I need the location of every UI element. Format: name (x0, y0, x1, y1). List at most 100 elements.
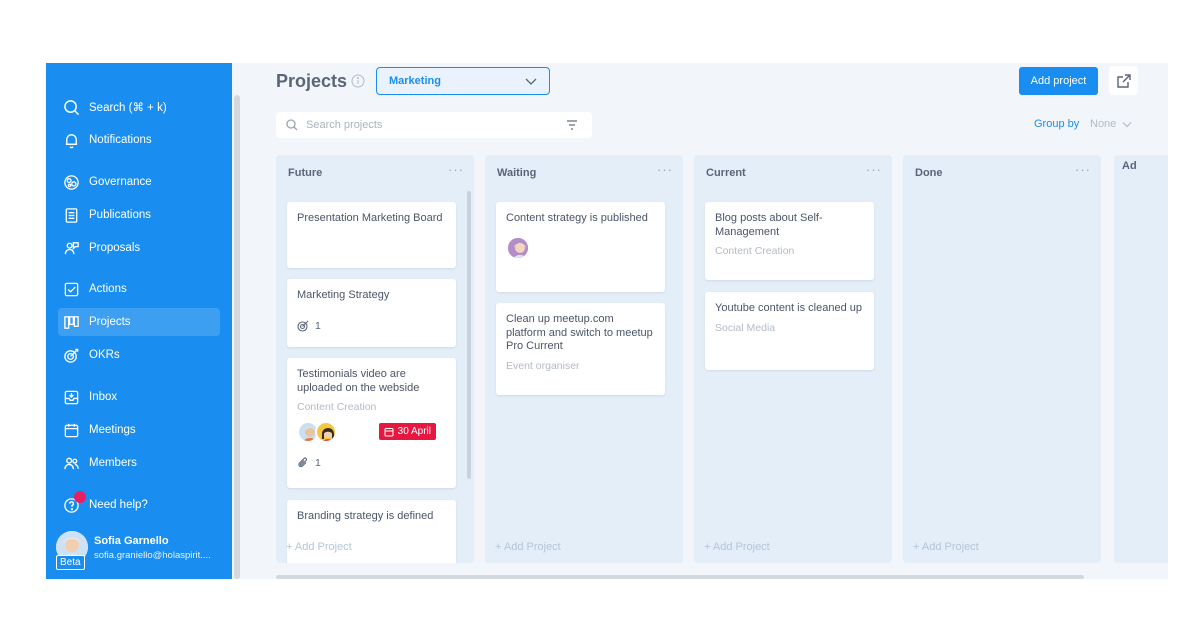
sidebar-item-publications[interactable]: Publications (58, 201, 220, 229)
sidebar-item-proposals[interactable]: Proposals (58, 234, 220, 262)
column-future: Future ··· Presentation Marketing Board … (276, 155, 474, 563)
project-card[interactable]: Content strategy is published (496, 202, 665, 292)
governance-icon (64, 174, 79, 190)
sidebar-item-label: Proposals (89, 242, 141, 254)
column-done: Done ··· + Add Project (903, 155, 1101, 563)
card-subtitle: Content Creation (297, 401, 377, 413)
add-project-button[interactable]: Add project (1019, 67, 1098, 95)
add-project-link[interactable]: + Add Project (286, 541, 352, 553)
sidebar-item-meetings[interactable]: Meetings (58, 416, 220, 444)
add-project-link[interactable]: + Add Project (495, 541, 561, 553)
project-card[interactable]: Youtube content is cleaned up Social Med… (705, 292, 874, 370)
sidebar-item-projects[interactable]: Projects (58, 308, 220, 336)
due-date: 30 April (397, 426, 431, 437)
card-title: Content strategy is published (506, 212, 648, 224)
inbox-icon (64, 390, 79, 404)
user-name: Sofia Garnello (94, 535, 169, 547)
column-title: Ad (1122, 160, 1137, 172)
notification-dot (74, 491, 86, 503)
proposals-icon (64, 241, 79, 254)
avatar (506, 235, 530, 260)
kanban-icon (64, 315, 79, 329)
open-external-button[interactable] (1109, 66, 1138, 95)
sidebar-item-governance[interactable]: Governance (58, 168, 220, 196)
column-title: Future (288, 167, 323, 179)
attachment-count: 1 (315, 457, 321, 469)
okr-count: 1 (315, 319, 321, 332)
project-card[interactable]: Testimonials video are uploaded on the w… (287, 358, 456, 488)
app-window: Search (⌘ + k) Notifications Governance … (46, 63, 1168, 579)
sidebar-item-label: OKRs (89, 349, 120, 361)
members-icon (64, 457, 79, 469)
column-scrollbar[interactable] (467, 191, 471, 479)
sidebar-item-members[interactable]: Members (58, 449, 220, 477)
card-subtitle: Content Creation (715, 245, 795, 257)
sidebar-item-actions[interactable]: Actions (58, 275, 220, 303)
column-waiting: Waiting ··· Content strategy is publishe… (485, 155, 683, 563)
sidebar-item-search[interactable]: Search (⌘ + k) (58, 93, 220, 121)
document-icon (65, 207, 78, 223)
group-by-value[interactable]: None (1090, 118, 1116, 130)
user-profile[interactable]: Beta Sofia Garnello sofia.graniello@hola… (56, 529, 228, 571)
card-title: Presentation Marketing Board (297, 212, 443, 224)
avatar (315, 421, 337, 443)
card-title: Testimonials video are uploaded on the w… (297, 368, 420, 394)
due-date-badge[interactable]: 30 April (378, 423, 436, 440)
paperclip-icon (298, 457, 307, 468)
more-icon[interactable]: ··· (866, 162, 882, 177)
card-title: Branding strategy is defined (297, 510, 434, 522)
horizontal-scrollbar[interactable] (276, 575, 1084, 579)
project-card[interactable]: Blog posts about Self-Management Content… (705, 202, 874, 280)
column-current: Current ··· Blog posts about Self-Manage… (694, 155, 892, 563)
sidebar-item-notifications[interactable]: Notifications (58, 126, 220, 154)
project-card[interactable]: Marketing Strategy 1 (287, 279, 456, 347)
bell-icon (65, 133, 78, 148)
circle-selector-dropdown[interactable]: Marketing (376, 67, 550, 95)
sidebar-item-label: Search (⌘ + k) (89, 102, 167, 114)
card-subtitle: Social Media (715, 321, 776, 334)
card-meta: 1 (297, 320, 446, 332)
add-project-link[interactable]: + Add Project (704, 541, 770, 553)
sidebar-item-label: Publications (89, 209, 152, 221)
project-card[interactable]: Presentation Marketing Board (287, 202, 456, 268)
search-icon (286, 119, 298, 131)
more-icon[interactable]: ··· (448, 162, 464, 177)
card-title: Marketing Strategy (297, 289, 390, 301)
sidebar-item-label: Meetings (89, 424, 136, 436)
more-icon[interactable]: ··· (1075, 162, 1091, 177)
search-input[interactable] (306, 119, 546, 131)
user-email: sofia.graniello@holaspirit.... (94, 550, 211, 561)
info-icon[interactable] (351, 74, 365, 88)
project-card[interactable]: Clean up meetup.com platform and switch … (496, 303, 665, 395)
target-icon (64, 348, 79, 363)
circle-selector-value: Marketing (389, 75, 441, 87)
calendar-icon (384, 427, 394, 436)
sidebar-item-inbox[interactable]: Inbox (58, 383, 220, 411)
group-by-label[interactable]: Group by (1034, 118, 1079, 130)
card-subtitle: Event organiser (506, 359, 580, 372)
add-project-link[interactable]: + Add Project (913, 541, 979, 553)
card-assignees: 30 April (297, 421, 446, 447)
column-add[interactable]: Ad (1114, 155, 1168, 563)
filter-icon[interactable] (566, 120, 578, 130)
search-bar (276, 112, 592, 138)
chevron-down-icon[interactable] (1122, 121, 1132, 129)
sidebar-item-label: Need help? (89, 499, 148, 511)
main-content: Projects Marketing Add project Group by … (276, 63, 1168, 579)
target-icon (297, 320, 309, 332)
sidebar-scrollbar[interactable] (234, 95, 240, 579)
checkbox-icon (64, 282, 79, 296)
card-title: Blog posts about Self-Management (715, 212, 823, 238)
sidebar-item-label: Notifications (89, 134, 152, 146)
card-meta: 1 (297, 457, 446, 469)
search-icon (64, 99, 80, 115)
sidebar-item-label: Members (89, 457, 137, 469)
column-title: Current (706, 167, 746, 179)
sidebar: Search (⌘ + k) Notifications Governance … (46, 63, 232, 579)
sidebar-item-okrs[interactable]: OKRs (58, 341, 220, 369)
more-icon[interactable]: ··· (657, 162, 673, 177)
project-card[interactable]: Branding strategy is defined (287, 500, 456, 563)
beta-badge: Beta (56, 555, 85, 570)
external-link-icon (1116, 73, 1131, 88)
card-title: Clean up meetup.com platform and switch … (506, 313, 653, 352)
